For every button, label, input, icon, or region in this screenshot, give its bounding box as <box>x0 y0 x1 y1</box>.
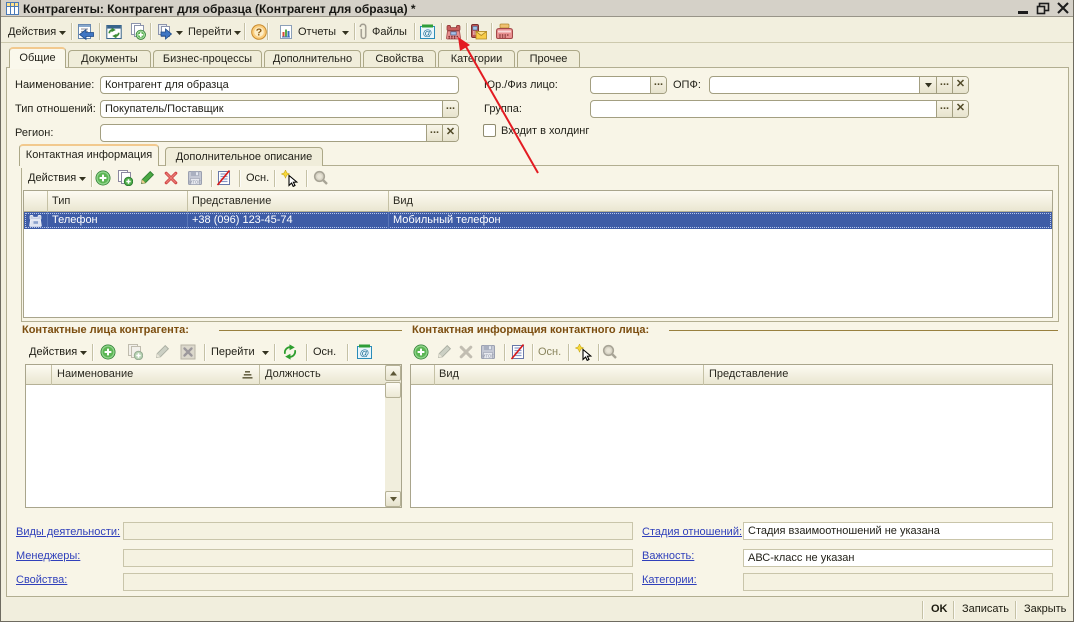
svg-text:@: @ <box>423 28 433 39</box>
svg-text:?: ? <box>256 27 262 39</box>
